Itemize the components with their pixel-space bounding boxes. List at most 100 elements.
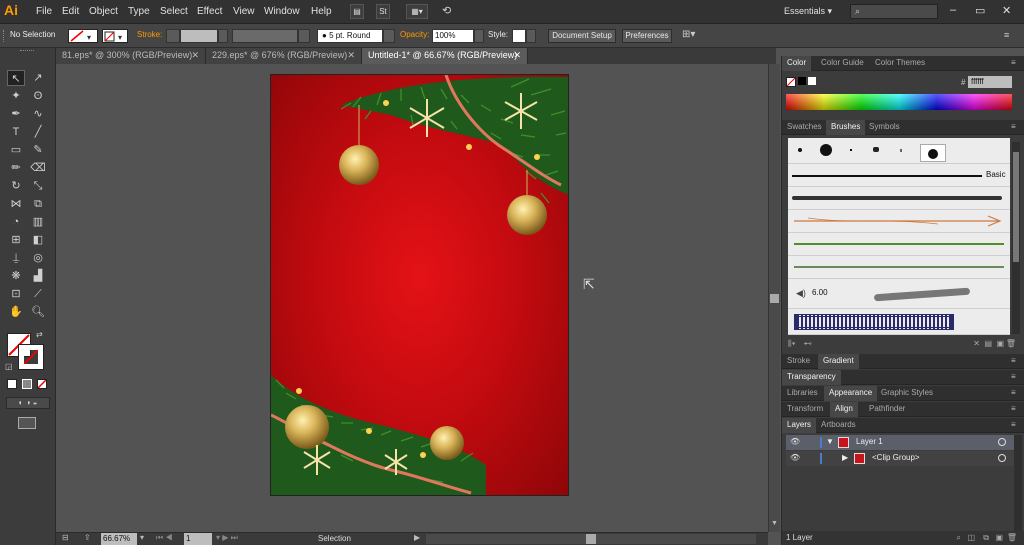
visibility-eye-icon[interactable]: 👁︎ — [790, 451, 800, 465]
brush-definition[interactable]: ● 5 pt. Round — [317, 29, 383, 43]
panel-menu-icon[interactable]: ≡ — [1011, 356, 1019, 366]
brushes-scrollbar[interactable] — [1012, 142, 1020, 334]
scroll-thumb[interactable] — [770, 294, 779, 303]
lasso-tool-icon[interactable]: ʘ — [29, 88, 47, 104]
layers-scrollbar[interactable] — [1014, 435, 1022, 531]
panel-menu-icon[interactable]: ≡ — [1011, 58, 1019, 68]
search-input[interactable]: ⌕ — [850, 4, 938, 19]
bridge-icon[interactable]: ▤ — [350, 4, 364, 19]
remove-stroke-icon[interactable]: ✕ — [973, 339, 980, 348]
brush-charcoal[interactable] — [788, 187, 1010, 210]
tab-close-icon[interactable]: ✕ — [513, 48, 521, 63]
tab-81-eps[interactable]: 81.eps* @ 300% (RGB/Preview) ✕ — [56, 48, 206, 64]
close-button[interactable]: ✕ — [1002, 4, 1011, 17]
scroll-down-icon[interactable]: ▼ — [771, 520, 778, 527]
tab-pathfinder[interactable]: Pathfinder — [864, 402, 910, 417]
tab-layers[interactable]: Layers — [782, 418, 817, 433]
new-brush-icon[interactable]: ▣ — [996, 339, 1004, 348]
layer-row[interactable]: 👁︎ ▶ <Clip Group> — [786, 451, 1022, 466]
swap-fill-stroke-icon[interactable]: ⇄ — [36, 330, 43, 339]
artboard-nav-icon[interactable]: ⊟ — [62, 533, 69, 542]
expand-triangle-icon[interactable]: ▼ — [826, 435, 834, 449]
free-transform-tool-icon[interactable]: ⧉ — [29, 196, 47, 212]
gpu-performance-icon[interactable]: ⟲ — [442, 4, 451, 17]
rotate-tool-icon[interactable]: ↻ — [7, 178, 25, 194]
line-tool-icon[interactable]: ╱ — [29, 124, 47, 140]
default-colors-icon[interactable]: ◲ — [5, 362, 13, 371]
layer-row[interactable]: 👁︎ ▼ Layer 1 — [786, 435, 1022, 450]
none-mode-icon[interactable] — [37, 379, 47, 389]
tab-swatches[interactable]: Swatches — [782, 120, 827, 135]
vertical-scrollbar[interactable]: ▼ — [768, 64, 780, 532]
fill-swatch[interactable]: ▾ — [68, 29, 98, 43]
magic-wand-tool-icon[interactable]: ✦ — [7, 88, 25, 104]
visibility-eye-icon[interactable]: 👁︎ — [790, 435, 800, 449]
tab-stroke[interactable]: Stroke — [782, 354, 815, 369]
target-circle-icon[interactable] — [998, 438, 1006, 446]
brush-hairline[interactable] — [900, 149, 902, 152]
opacity-input[interactable]: 100% — [432, 29, 474, 43]
tab-229-eps[interactable]: 229.eps* @ 676% (RGB/Preview) ✕ — [206, 48, 362, 64]
new-sublayer-icon[interactable]: ⧉ — [983, 531, 989, 544]
stroke-swatch[interactable]: ▾ — [102, 29, 128, 43]
tab-brushes[interactable]: Brushes — [826, 120, 866, 135]
width-tool-icon[interactable]: ⋈ — [7, 196, 25, 212]
tab-transparency[interactable]: Transparency — [782, 370, 841, 385]
document-setup-button[interactable]: Document Setup — [548, 29, 616, 43]
symbol-sprayer-tool-icon[interactable]: ❋ — [7, 268, 25, 284]
stroke-weight-input[interactable] — [180, 29, 218, 43]
delete-brush-icon[interactable]: 🗑︎ — [1006, 339, 1016, 348]
zoom-input[interactable]: 66.67% — [101, 533, 137, 545]
mesh-tool-icon[interactable]: ⊞ — [7, 232, 25, 248]
perspective-grid-tool-icon[interactable]: ▥ — [29, 214, 47, 230]
tab-close-icon[interactable]: ✕ — [191, 48, 199, 63]
workspace-switcher[interactable]: Essentials ▾ — [784, 6, 832, 17]
zoom-tool-icon[interactable]: 🔍︎ — [29, 304, 47, 320]
blend-tool-icon[interactable]: ◎ — [29, 250, 47, 266]
expand-triangle-icon[interactable]: ▶ — [842, 451, 848, 465]
brush-dropdown[interactable] — [383, 29, 395, 43]
menu-window[interactable]: Window — [264, 6, 300, 17]
brush-options-icon[interactable]: ⊷ — [804, 339, 812, 348]
minimize-button[interactable]: – — [950, 4, 956, 16]
panel-menu-icon[interactable]: ≡ — [1011, 122, 1019, 132]
next-artboard-icon[interactable]: ▾ ▶ ⏭ — [216, 533, 238, 543]
menu-help[interactable]: Help — [311, 6, 332, 17]
opacity-dropdown[interactable] — [474, 29, 484, 43]
stock-icon[interactable]: St — [376, 4, 390, 19]
pen-tool-icon[interactable]: ✒ — [7, 106, 25, 122]
delete-layer-icon[interactable]: 🗑︎ — [1007, 531, 1017, 544]
direct-selection-tool-icon[interactable]: ↗ — [29, 70, 47, 86]
curvature-tool-icon[interactable]: ∿ — [29, 106, 47, 122]
color-black-swatch[interactable] — [798, 77, 806, 85]
horizontal-scrollbar[interactable] — [426, 534, 756, 544]
artboard[interactable] — [270, 74, 569, 496]
paintbrush-tool-icon[interactable]: ✎ — [29, 142, 47, 158]
brush-green-line[interactable] — [788, 233, 1010, 256]
type-tool-icon[interactable]: T — [7, 124, 25, 140]
pencil-tool-icon[interactable]: ✏ — [7, 160, 25, 176]
tab-artboards[interactable]: Artboards — [816, 418, 861, 433]
menu-effect[interactable]: Effect — [197, 6, 222, 17]
clipping-mask-icon[interactable]: ◫ — [967, 531, 975, 544]
preferences-button[interactable]: Preferences — [622, 29, 672, 43]
zoom-dropdown-icon[interactable]: ▾ — [140, 533, 144, 542]
canvas-area[interactable]: ⇱ — [56, 64, 768, 532]
menu-select[interactable]: Select — [160, 6, 188, 17]
panel-menu-icon[interactable]: ≡ — [1011, 420, 1019, 430]
brush-libraries-icon[interactable]: ⫼▾ — [788, 339, 796, 348]
hex-input[interactable]: ffffff — [968, 76, 1012, 88]
locate-object-icon[interactable]: ⌕ — [957, 531, 961, 544]
tab-close-icon[interactable]: ✕ — [347, 48, 355, 63]
tab-graphic-styles[interactable]: Graphic Styles — [876, 386, 938, 401]
brush-dot-large[interactable] — [820, 144, 832, 156]
style-swatch[interactable] — [512, 29, 526, 43]
brush-basic[interactable]: Basic — [788, 164, 1010, 187]
selection-tool-icon[interactable]: ↖ — [7, 70, 25, 86]
stroke-weight-dropdown[interactable] — [218, 29, 228, 43]
artboard-number-input[interactable]: 1 — [184, 533, 212, 545]
menu-object[interactable]: Object — [89, 6, 118, 17]
tab-libraries[interactable]: Libraries — [782, 386, 823, 401]
slice-tool-icon[interactable]: ⟋ — [29, 286, 47, 302]
target-circle-icon[interactable] — [998, 454, 1006, 462]
